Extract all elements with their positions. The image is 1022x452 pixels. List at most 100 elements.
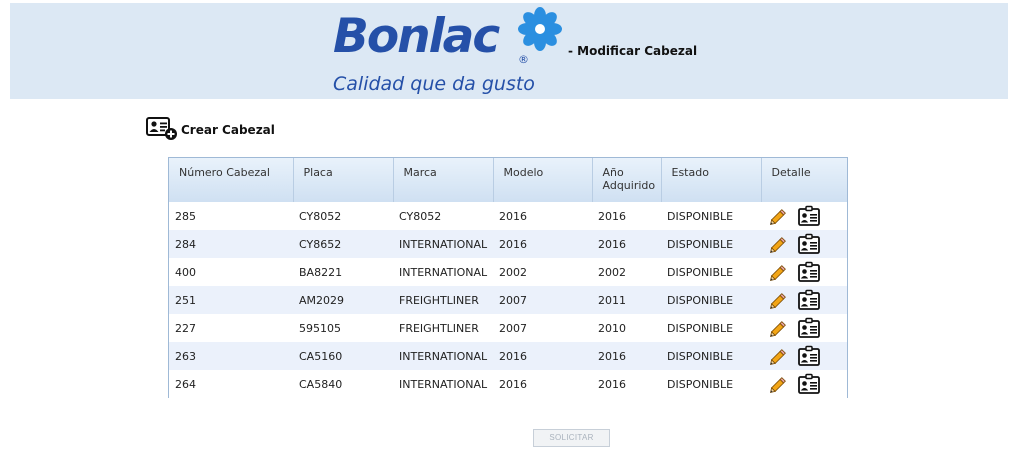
row-actions — [767, 289, 847, 311]
column-header-anio[interactable]: Año Adquirido — [592, 158, 662, 202]
detail-button[interactable] — [797, 317, 821, 339]
column-header-modelo[interactable]: Modelo — [493, 158, 593, 202]
cell-modelo: 2016 — [493, 370, 592, 398]
cell-marca: INTERNATIONAL — [393, 342, 493, 370]
edit-button[interactable] — [769, 318, 789, 338]
row-actions — [767, 317, 847, 339]
cell-numero: 227 — [169, 314, 293, 342]
table-row: 227 595105 FREIGHTLINER 2007 2010 DISPONIBLE — [169, 314, 847, 342]
create-cabezal-label: Crear Cabezal — [181, 123, 275, 137]
cell-anio: 2016 — [592, 342, 661, 370]
detail-contact-card-icon[interactable] — [797, 205, 821, 227]
cell-anio: 2016 — [592, 370, 661, 398]
cell-detalle — [761, 230, 847, 258]
cell-modelo: 2007 — [493, 286, 592, 314]
cell-modelo: 2007 — [493, 314, 592, 342]
detail-contact-card-icon[interactable] — [797, 289, 821, 311]
create-cabezal-button[interactable]: Crear Cabezal — [145, 115, 275, 141]
cell-estado: DISPONIBLE — [661, 230, 761, 258]
table-row: 400 BA8221 INTERNATIONAL 2002 2002 DISPONIBLE — [169, 258, 847, 286]
cell-placa: CA5160 — [293, 342, 393, 370]
edit-pencil-icon[interactable] — [769, 234, 789, 254]
cell-placa: CA5840 — [293, 370, 393, 398]
detail-button[interactable] — [797, 373, 821, 395]
column-header-estado[interactable]: Estado — [661, 158, 762, 202]
detail-button[interactable] — [797, 289, 821, 311]
detail-contact-card-icon[interactable] — [797, 345, 821, 367]
cell-anio: 2002 — [592, 258, 661, 286]
edit-pencil-icon[interactable] — [769, 374, 789, 394]
detail-button[interactable] — [797, 261, 821, 283]
detail-button[interactable] — [797, 233, 821, 255]
cell-marca: FREIGHTLINER — [393, 286, 493, 314]
cabezal-table: Número Cabezal Placa Marca Modelo Año Ad… — [168, 157, 848, 398]
cell-anio: 2010 — [592, 314, 661, 342]
edit-pencil-icon[interactable] — [769, 206, 789, 226]
header-banner: Bonlac ® Calidad que da gusto - Modifica… — [10, 3, 1008, 99]
edit-button[interactable] — [769, 346, 789, 366]
cell-detalle — [761, 286, 847, 314]
cell-anio: 2016 — [592, 202, 661, 230]
cell-numero: 263 — [169, 342, 293, 370]
flower-icon — [518, 7, 562, 51]
detail-contact-card-icon[interactable] — [797, 373, 821, 395]
edit-pencil-icon[interactable] — [769, 262, 789, 282]
cell-anio: 2011 — [592, 286, 661, 314]
column-header-numero[interactable]: Número Cabezal — [169, 158, 294, 202]
column-header-detalle: Detalle — [761, 158, 847, 202]
table-row: 251 AM2029 FREIGHTLINER 2007 2011 DISPONIBLE — [169, 286, 847, 314]
cell-estado: DISPONIBLE — [661, 342, 761, 370]
cell-modelo: 2002 — [493, 258, 592, 286]
edit-button[interactable] — [769, 206, 789, 226]
cell-modelo: 2016 — [493, 342, 592, 370]
cell-placa: AM2029 — [293, 286, 393, 314]
column-header-placa[interactable]: Placa — [293, 158, 394, 202]
cell-detalle — [761, 342, 847, 370]
cell-estado: DISPONIBLE — [661, 202, 761, 230]
cell-placa: CY8052 — [293, 202, 393, 230]
cell-marca: INTERNATIONAL — [393, 258, 493, 286]
table-row: 263 CA5160 INTERNATIONAL 2016 2016 DISPONIBLE — [169, 342, 847, 370]
cell-placa: BA8221 — [293, 258, 393, 286]
edit-button[interactable] — [769, 374, 789, 394]
cell-marca: INTERNATIONAL — [393, 370, 493, 398]
cell-detalle — [761, 370, 847, 398]
row-actions — [767, 261, 847, 283]
page-title: - Modificar Cabezal — [568, 44, 698, 58]
cell-placa: CY8652 — [293, 230, 393, 258]
cell-numero: 285 — [169, 202, 293, 230]
detail-button[interactable] — [797, 205, 821, 227]
detail-contact-card-icon[interactable] — [797, 317, 821, 339]
edit-button[interactable] — [769, 234, 789, 254]
cell-numero: 284 — [169, 230, 293, 258]
cell-placa: 595105 — [293, 314, 393, 342]
edit-button[interactable] — [769, 262, 789, 282]
solicitar-button[interactable]: SOLICITAR — [533, 429, 610, 447]
detail-contact-card-icon[interactable] — [797, 261, 821, 283]
cell-marca: CY8052 — [393, 202, 493, 230]
bonlac-logo: Bonlac ® Calidad que da gusto — [323, 7, 563, 99]
logo-wordmark: Bonlac — [333, 9, 500, 64]
detail-button[interactable] — [797, 345, 821, 367]
cell-estado: DISPONIBLE — [661, 258, 761, 286]
cell-anio: 2016 — [592, 230, 661, 258]
cell-modelo: 2016 — [493, 230, 592, 258]
logo-tagline: Calidad que da gusto — [333, 73, 535, 95]
edit-pencil-icon[interactable] — [769, 318, 789, 338]
cell-marca: INTERNATIONAL — [393, 230, 493, 258]
cell-estado: DISPONIBLE — [661, 286, 761, 314]
edit-pencil-icon[interactable] — [769, 290, 789, 310]
table-row: 264 CA5840 INTERNATIONAL 2016 2016 DISPONIBLE — [169, 370, 847, 398]
edit-pencil-icon[interactable] — [769, 346, 789, 366]
detail-contact-card-icon[interactable] — [797, 233, 821, 255]
table-row: 285 CY8052 CY8052 2016 2016 DISPONIBLE — [169, 202, 847, 230]
edit-button[interactable] — [769, 290, 789, 310]
cell-estado: DISPONIBLE — [661, 314, 761, 342]
column-header-marca[interactable]: Marca — [393, 158, 494, 202]
logo-registered-mark: ® — [518, 53, 529, 66]
table-header-row: Número Cabezal Placa Marca Modelo Año Ad… — [169, 158, 847, 202]
cell-detalle — [761, 202, 847, 230]
add-contact-card-icon — [146, 117, 177, 140]
cell-estado: DISPONIBLE — [661, 370, 761, 398]
cell-modelo: 2016 — [493, 202, 592, 230]
